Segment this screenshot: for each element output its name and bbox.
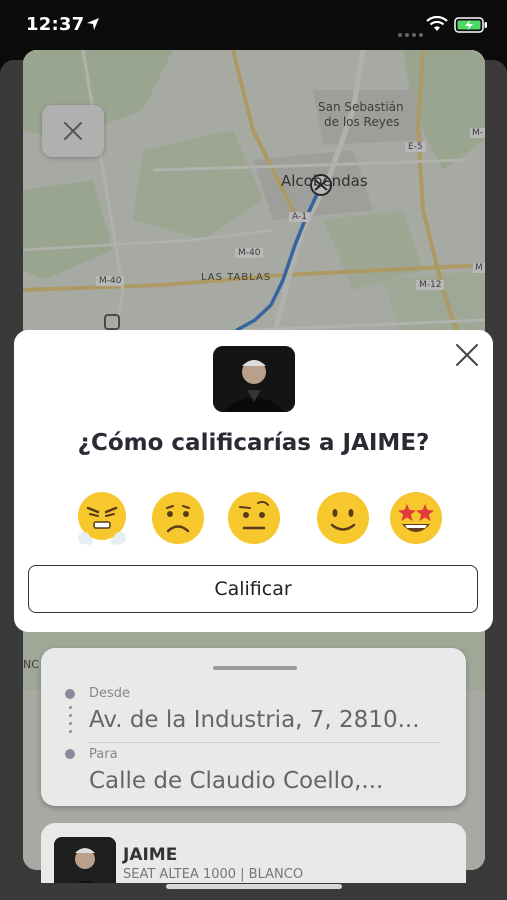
rating-question: ¿Cómo calificarías a JAIME? — [77, 430, 430, 456]
driver-car: SEAT ALTEA 1000 | BLANCO — [123, 867, 304, 882]
close-modal-icon[interactable] — [454, 342, 480, 368]
status-time: 12:37 — [26, 14, 85, 35]
sad-emoji-icon[interactable] — [150, 490, 206, 546]
driver-photo — [54, 837, 116, 883]
origin-dot-icon — [65, 689, 75, 699]
cellular-signal-icon — [398, 22, 426, 41]
status-bar: 12:37 — [0, 0, 507, 50]
divider — [89, 742, 439, 743]
route-connector — [69, 706, 72, 709]
route-connector — [69, 730, 72, 733]
home-indicator[interactable] — [166, 884, 342, 889]
route-connector — [69, 722, 72, 725]
route-connector — [69, 714, 72, 717]
trip-details-card: Desde Av. de la Industria, 7, 2810... Pa… — [41, 648, 466, 806]
very-angry-emoji-icon[interactable] — [74, 490, 130, 546]
destination-dot-icon — [65, 749, 75, 759]
from-address[interactable]: Av. de la Industria, 7, 2810... — [89, 707, 420, 733]
battery-charging-icon — [454, 17, 487, 33]
rate-button[interactable]: Calificar — [28, 565, 478, 613]
to-address[interactable]: Calle de Claudio Coello,... — [89, 768, 383, 794]
location-arrow-icon — [87, 18, 99, 30]
to-label: Para — [89, 747, 118, 762]
skeptical-emoji-icon[interactable] — [226, 490, 282, 546]
rating-modal: ¿Cómo calificarías a JAIME? Calificar — [14, 330, 493, 632]
wifi-icon — [426, 16, 448, 31]
driver-card[interactable]: JAIME SEAT ALTEA 1000 | BLANCO — [41, 823, 466, 883]
driver-name: JAIME — [123, 845, 178, 865]
smile-emoji-icon[interactable] — [315, 490, 371, 546]
star-struck-emoji-icon[interactable] — [388, 490, 444, 546]
from-label: Desde — [89, 686, 131, 701]
drag-handle[interactable] — [213, 666, 297, 670]
driver-avatar — [213, 346, 295, 412]
